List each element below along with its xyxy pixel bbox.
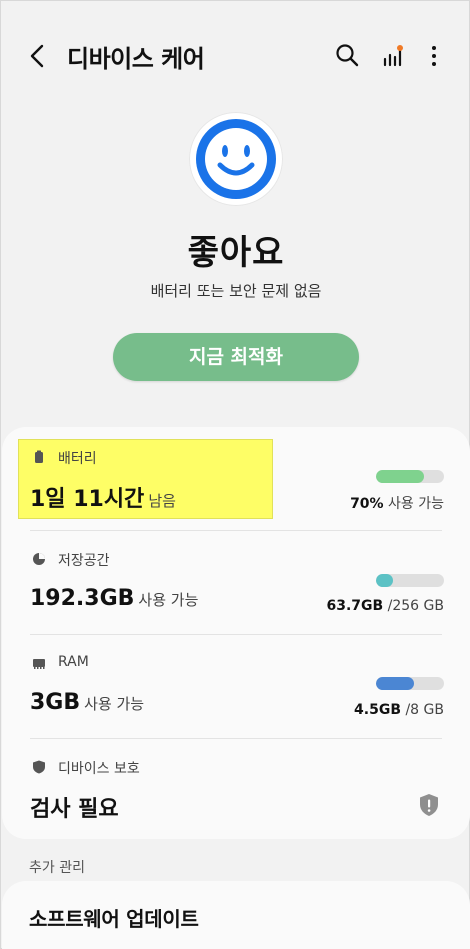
storage-total: /256 GB — [383, 598, 444, 614]
ram-used: 4.5GB — [354, 702, 402, 718]
notification-badge — [397, 45, 403, 51]
ram-value: 3GB 사용 가능 — [30, 690, 144, 715]
battery-bar — [376, 470, 444, 483]
stats-button[interactable] — [377, 39, 411, 73]
search-button[interactable] — [331, 39, 365, 73]
back-button[interactable] — [21, 39, 55, 73]
ram-usage: 4.5GB /8 GB — [354, 702, 444, 718]
battery-value-suffix: 남음 — [148, 492, 176, 510]
ram-total: /8 GB — [401, 702, 444, 718]
chevron-left-icon — [30, 44, 44, 68]
ram-amount: 3GB — [30, 690, 81, 715]
storage-row[interactable]: 저장공간 192.3GB 사용 가능 63.7GB /256 GB — [2, 531, 470, 635]
battery-row[interactable]: 배터리 1일 11시간 남음 70% 사용 가능 — [2, 427, 470, 531]
optimize-now-button[interactable]: 지금 최적화 — [113, 333, 359, 381]
app-bar: 디바이스 케어 — [1, 1, 470, 113]
software-update-item[interactable]: 소프트웨어 업데이트 — [29, 903, 199, 932]
ram-bar-fill — [376, 677, 415, 690]
device-status-card: 배터리 1일 11시간 남음 70% 사용 가능 저장공간 192.3GB 사용 가… — [2, 427, 470, 839]
battery-bar-fill — [376, 470, 424, 483]
memory-chip-icon — [33, 659, 45, 669]
storage-bar — [376, 574, 444, 587]
status-face — [189, 112, 283, 206]
battery-value: 1일 11시간 남음 — [30, 481, 176, 513]
ram-value-suffix: 사용 가능 — [84, 695, 145, 713]
storage-bar-fill — [376, 574, 393, 587]
storage-used: 63.7GB — [326, 598, 384, 614]
battery-available: 70% 사용 가능 — [350, 493, 444, 513]
search-icon — [336, 44, 359, 67]
shield-icon — [33, 760, 45, 774]
bar-chart-icon — [383, 49, 402, 67]
pie-chart-icon — [33, 553, 45, 565]
status-title: 좋아요 — [187, 233, 285, 273]
section-title-extra: 추가 관리 — [29, 860, 85, 876]
battery-available-label: 사용 가능 — [383, 496, 444, 512]
ram-row[interactable]: RAM 3GB 사용 가능 4.5GB /8 GB — [2, 635, 470, 739]
status-subtitle: 배터리 또는 보안 문제 없음 — [150, 282, 322, 300]
ram-bar — [376, 677, 444, 690]
battery-percent: 70% — [350, 496, 384, 512]
storage-amount: 192.3GB — [30, 586, 135, 611]
storage-value: 192.3GB 사용 가능 — [30, 586, 198, 611]
device-protection-status: 검사 필요 — [30, 797, 119, 822]
battery-label: 배터리 — [58, 451, 97, 467]
page-title: 디바이스 케어 — [67, 45, 205, 73]
shield-warning-icon — [420, 794, 438, 816]
storage-label: 저장공간 — [58, 553, 110, 569]
device-protection-row[interactable]: 디바이스 보호 검사 필요 — [2, 739, 470, 839]
battery-icon — [35, 450, 43, 463]
storage-usage: 63.7GB /256 GB — [326, 598, 444, 614]
storage-value-suffix: 사용 가능 — [138, 591, 199, 609]
device-protection-label: 디바이스 보호 — [58, 761, 140, 777]
battery-time: 1일 11시간 — [30, 487, 145, 512]
ram-label: RAM — [58, 654, 89, 670]
smiley-icon — [196, 119, 276, 199]
more-vertical-icon — [432, 46, 436, 66]
more-options-button[interactable] — [417, 39, 451, 73]
